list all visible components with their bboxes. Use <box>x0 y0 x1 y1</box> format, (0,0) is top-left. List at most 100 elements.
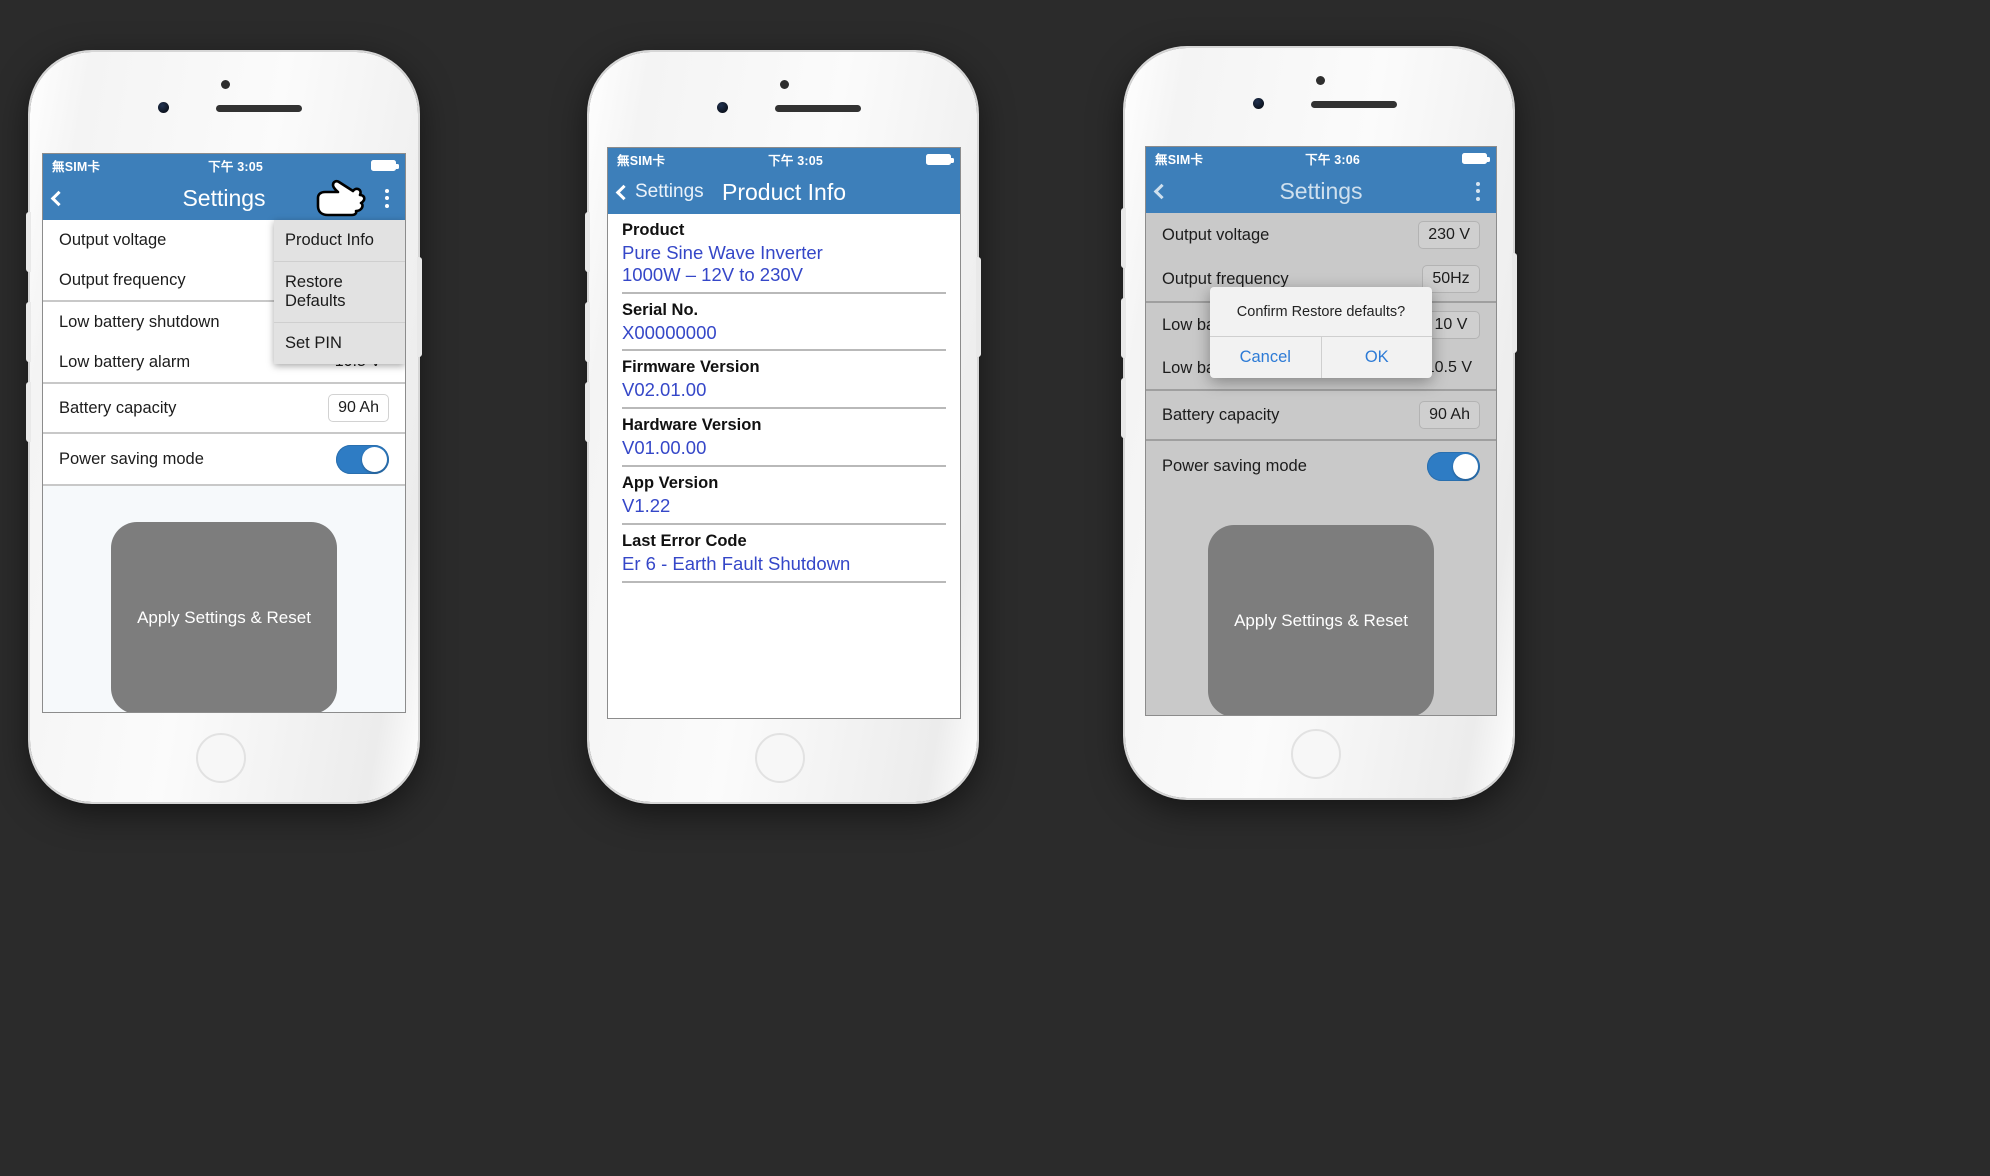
apply-settings-button[interactable]: Apply Settings & Reset <box>1208 525 1434 715</box>
status-bar-3: 無SIM卡 下午 3:06 <box>1146 147 1496 169</box>
list-item: Hardware Version V01.00.00 <box>622 409 946 468</box>
overflow-menu-popup[interactable]: Product Info Restore Defaults Set PIN <box>274 220 405 364</box>
info-value: Er 6 - Earth Fault Shutdown <box>622 552 851 574</box>
output-voltage-input[interactable]: 230 V <box>1418 221 1480 249</box>
clock-label: 下午 3:05 <box>768 153 824 168</box>
clock-label: 下午 3:06 <box>1305 152 1361 167</box>
phone-3-screen: 無SIM卡 下午 3:06 Settings Output voltage 23… <box>1145 146 1497 716</box>
info-value: V1.22 <box>622 495 671 517</box>
info-value: V01.00.00 <box>622 437 707 459</box>
front-camera-icon <box>1253 98 1264 109</box>
menu-item-restore-defaults[interactable]: Restore Defaults <box>274 262 405 323</box>
settings-list-3: Output voltage 230 V Output frequency 50… <box>1146 213 1496 715</box>
home-button[interactable] <box>1291 729 1341 779</box>
info-key: App Version <box>622 474 719 493</box>
home-button[interactable] <box>755 733 805 783</box>
carrier-label: 無SIM卡 <box>52 159 101 174</box>
info-key: Serial No. <box>622 300 699 319</box>
info-key: Firmware Version <box>622 358 760 377</box>
proximity-sensor-icon <box>1316 76 1325 85</box>
row-label: Low battery alarm <box>59 352 191 371</box>
table-row[interactable]: Power saving mode <box>1146 441 1496 491</box>
phone-1: 無SIM卡 下午 3:05 Settings Product Info Rest… <box>26 52 422 802</box>
info-value: X00000000 <box>622 321 717 343</box>
power-saving-toggle[interactable] <box>336 444 389 474</box>
earpiece-speaker-icon <box>216 105 302 112</box>
page-title: Settings <box>182 184 266 211</box>
back-button[interactable] <box>1153 183 1170 199</box>
back-button[interactable]: Settings <box>615 181 704 203</box>
ok-button[interactable]: OK <box>1320 337 1433 378</box>
apply-button-area: Apply Settings & Reset <box>1146 491 1496 715</box>
settings-group: Power saving mode <box>1146 441 1496 491</box>
row-label: Power saving mode <box>1162 456 1307 475</box>
overflow-menu-icon[interactable] <box>1470 176 1486 207</box>
info-key: Last Error Code <box>622 531 747 550</box>
row-label: Output voltage <box>1162 225 1270 244</box>
row-label: Output voltage <box>59 230 167 249</box>
front-camera-icon <box>717 102 728 113</box>
list-item: Serial No. X00000000 <box>622 294 946 352</box>
toggle-knob <box>1453 453 1478 479</box>
battery-icon <box>370 159 399 171</box>
info-value: V02.01.00 <box>622 379 707 401</box>
power-saving-toggle[interactable] <box>1427 451 1480 481</box>
nav-bar-2: Settings Product Info <box>608 170 960 214</box>
dialog-actions: Cancel OK <box>1210 336 1432 378</box>
screenshot-canvas: 無SIM卡 下午 3:05 Settings Product Info Rest… <box>0 0 1990 1176</box>
proximity-sensor-icon <box>780 80 789 89</box>
apply-settings-button[interactable]: Apply Settings & Reset <box>111 522 337 712</box>
list-item: Product Pure Sine Wave Inverter 1000W – … <box>622 214 946 294</box>
confirm-dialog: Confirm Restore defaults? Cancel OK <box>1210 287 1432 378</box>
cancel-button[interactable]: Cancel <box>1210 337 1321 378</box>
settings-group: Battery capacity 90 Ah <box>43 384 405 434</box>
settings-group: Battery capacity 90 Ah <box>1146 391 1496 441</box>
battery-capacity-input[interactable]: 90 Ah <box>328 394 389 422</box>
list-item: App Version V1.22 <box>622 467 946 525</box>
toggle-knob <box>362 446 387 472</box>
product-info-list: Product Pure Sine Wave Inverter 1000W – … <box>608 214 960 583</box>
phone-2-screen: 無SIM卡 下午 3:05 Settings Product Info Prod… <box>607 147 961 719</box>
apply-button-area: Apply Settings & Reset <box>43 486 405 712</box>
row-value: 10.5 V <box>1425 359 1472 376</box>
page-title: Settings <box>1279 177 1363 204</box>
table-row[interactable]: Output voltage 230 V <box>1146 213 1496 257</box>
settings-group: Power saving mode <box>43 434 405 486</box>
info-key: Product <box>622 221 685 239</box>
row-label: Output frequency <box>59 270 186 289</box>
status-bar-2: 無SIM卡 下午 3:05 <box>608 148 960 170</box>
table-row[interactable]: Battery capacity 90 Ah <box>1146 391 1496 439</box>
earpiece-speaker-icon <box>775 105 861 112</box>
pointing-hand-cursor <box>316 179 366 217</box>
table-row[interactable]: Battery capacity 90 Ah <box>43 384 405 432</box>
back-label: Settings <box>635 181 704 202</box>
dialog-message: Confirm Restore defaults? <box>1236 304 1406 320</box>
list-item: Last Error Code Er 6 - Earth Fault Shutd… <box>622 525 946 583</box>
back-button[interactable] <box>50 190 67 206</box>
clock-label: 下午 3:05 <box>208 159 264 174</box>
list-item: Firmware Version V02.01.00 <box>622 351 946 410</box>
menu-item-set-pin[interactable]: Set PIN <box>274 323 405 364</box>
proximity-sensor-icon <box>221 80 230 89</box>
battery-capacity-input[interactable]: 90 Ah <box>1419 401 1480 429</box>
chevron-left-icon <box>1153 183 1170 199</box>
info-value: Pure Sine Wave Inverter 1000W – 12V to 2… <box>622 242 823 285</box>
earpiece-speaker-icon <box>1311 101 1397 108</box>
menu-item-product-info[interactable]: Product Info <box>274 220 405 262</box>
carrier-label: 無SIM卡 <box>1155 152 1204 167</box>
row-label: Battery capacity <box>59 398 177 417</box>
overflow-menu-icon[interactable] <box>379 183 395 214</box>
nav-bar-1: Settings Product Info Restore Defaults S… <box>43 176 405 364</box>
nav-bar-3: Settings <box>1146 169 1496 213</box>
table-row[interactable]: Power saving mode <box>43 434 405 484</box>
chevron-left-icon <box>615 184 632 200</box>
carrier-label: 無SIM卡 <box>617 153 666 168</box>
home-button[interactable] <box>196 733 246 783</box>
row-label: Battery capacity <box>1162 405 1280 424</box>
row-label: Power saving mode <box>59 449 204 468</box>
phone-2: 無SIM卡 下午 3:05 Settings Product Info Prod… <box>585 52 981 802</box>
front-camera-icon <box>158 102 169 113</box>
phone-3: 無SIM卡 下午 3:06 Settings Output voltage 23… <box>1121 48 1517 798</box>
info-key: Hardware Version <box>622 416 762 435</box>
status-bar-1: 無SIM卡 下午 3:05 <box>43 154 405 176</box>
